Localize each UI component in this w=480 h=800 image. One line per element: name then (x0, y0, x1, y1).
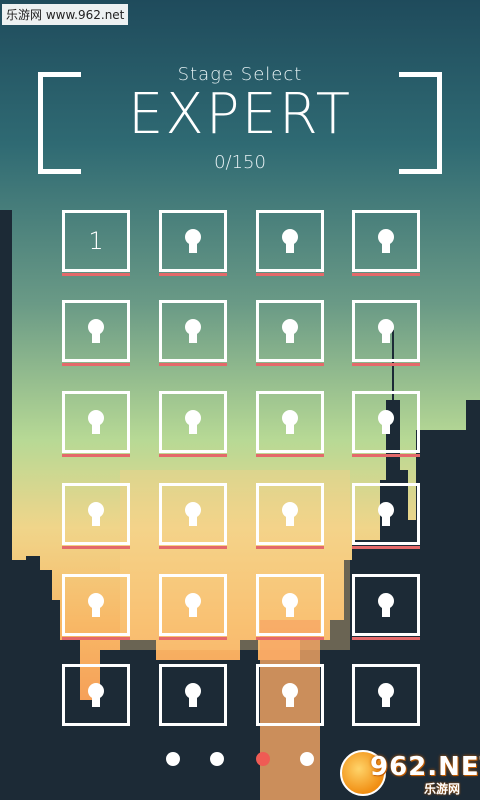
stage-tile[interactable]: 1 (62, 210, 130, 276)
logo-sub-text: 乐游网 (424, 782, 461, 796)
keyhole-lock-icon (282, 683, 298, 707)
locked-stage-tile[interactable] (159, 574, 227, 640)
locked-stage-tile[interactable] (256, 574, 324, 640)
locked-stage-tile[interactable] (159, 391, 227, 457)
locked-stage-tile[interactable] (62, 391, 130, 457)
locked-stage-tile[interactable] (256, 210, 324, 276)
difficulty-title: EXPERT (128, 82, 352, 147)
locked-stage-tile[interactable] (62, 574, 130, 640)
locked-stage-tile[interactable] (352, 300, 420, 366)
keyhole-lock-icon (378, 593, 394, 617)
keyhole-lock-icon (378, 229, 394, 253)
keyhole-lock-icon (88, 502, 104, 526)
locked-stage-tile[interactable] (62, 483, 130, 549)
locked-stage-tile[interactable] (352, 664, 420, 726)
keyhole-lock-icon (378, 502, 394, 526)
keyhole-lock-icon (185, 502, 201, 526)
locked-stage-tile[interactable] (159, 664, 227, 726)
locked-stage-tile[interactable] (62, 300, 130, 366)
stage-select-screen: 乐游网 www.962.net Stage Select EXPERT 0/15… (0, 0, 480, 800)
stage-number: 1 (88, 227, 104, 255)
keyhole-lock-icon (185, 683, 201, 707)
keyhole-lock-icon (88, 683, 104, 707)
keyhole-lock-icon (185, 229, 201, 253)
locked-stage-tile[interactable] (62, 664, 130, 726)
keyhole-lock-icon (88, 593, 104, 617)
keyhole-lock-icon (378, 683, 394, 707)
locked-stage-tile[interactable] (159, 300, 227, 366)
keyhole-lock-icon (282, 502, 298, 526)
keyhole-lock-icon (185, 593, 201, 617)
watermark-label: 乐游网 www.962.net (2, 4, 129, 25)
stage-progress-counter: 0/150 (214, 152, 266, 173)
keyhole-lock-icon (88, 410, 104, 434)
keyhole-lock-icon (282, 593, 298, 617)
keyhole-lock-icon (185, 410, 201, 434)
keyhole-lock-icon (185, 319, 201, 343)
locked-stage-tile[interactable] (352, 574, 420, 640)
locked-stage-tile[interactable] (256, 664, 324, 726)
locked-stage-tile[interactable] (256, 391, 324, 457)
logo-brand-text: 962.NET (370, 752, 480, 782)
site-logo: 962.NET 乐游网 (340, 750, 480, 796)
keyhole-lock-icon (88, 319, 104, 343)
page-dot-1[interactable] (166, 752, 180, 766)
keyhole-lock-icon (378, 410, 394, 434)
locked-stage-tile[interactable] (159, 210, 227, 276)
locked-stage-tile[interactable] (256, 483, 324, 549)
locked-stage-tile[interactable] (256, 300, 324, 366)
keyhole-lock-icon (282, 410, 298, 434)
page-dot-2[interactable] (210, 752, 224, 766)
page-dot-4[interactable] (300, 752, 314, 766)
keyhole-lock-icon (378, 319, 394, 343)
locked-stage-tile[interactable] (352, 391, 420, 457)
locked-stage-tile[interactable] (352, 483, 420, 549)
locked-stage-tile[interactable] (159, 483, 227, 549)
locked-stage-tile[interactable] (352, 210, 420, 276)
page-dot-3[interactable] (256, 752, 270, 766)
keyhole-lock-icon (282, 229, 298, 253)
keyhole-lock-icon (282, 319, 298, 343)
